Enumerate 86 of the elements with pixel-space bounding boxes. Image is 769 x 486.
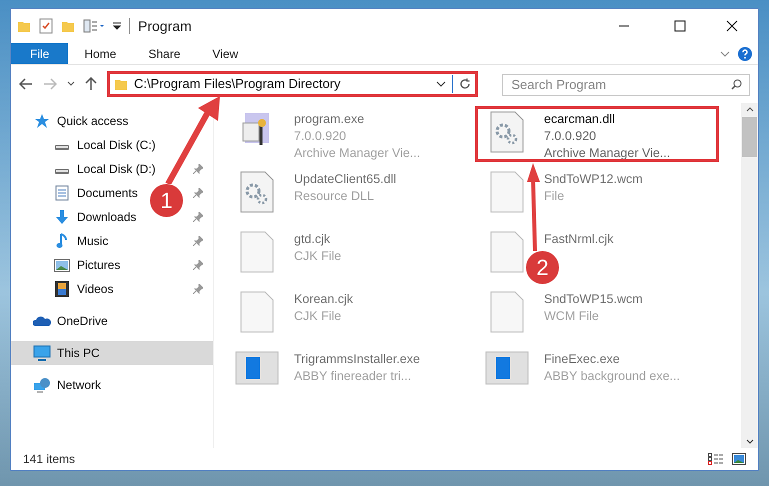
sidebar-item[interactable]: Music [11, 229, 110, 253]
search-icon [731, 79, 742, 90]
download-arrow-icon [54, 209, 70, 225]
checklist-icon[interactable] [39, 18, 53, 34]
file-name[interactable]: program.exe [294, 111, 420, 128]
window-title: Program [138, 16, 192, 36]
network-icon [33, 377, 51, 393]
details-view-icon[interactable] [708, 453, 724, 465]
file-detail: File [544, 188, 566, 205]
file-name[interactable]: SndToWP12.wcm [544, 171, 643, 188]
close-icon[interactable] [726, 20, 738, 32]
pin-icon[interactable] [193, 188, 203, 198]
blank-file-icon [490, 171, 524, 213]
item-count: 141 items [23, 451, 76, 468]
address-bar[interactable]: C:\Program Files\Program Directory [106, 71, 478, 97]
properties-icon[interactable] [83, 19, 105, 33]
file-detail: ABBY finereader tri... [294, 368, 412, 385]
file-detail: CJK File [294, 248, 342, 265]
file-detail: CJK File [294, 308, 342, 325]
film-icon [55, 281, 69, 297]
gear-file-icon [490, 111, 524, 153]
highlighted-file-item[interactable]: ecarcman.dll 7.0.0.920 Archive Manager Vie... [478, 109, 716, 159]
file-detail: 7.0.0.920 [544, 128, 598, 145]
file-name[interactable]: gtd.cjk [294, 231, 342, 248]
dropdown-caret-icon[interactable] [436, 81, 446, 87]
sidebar-item[interactable]: Documents [11, 181, 140, 205]
recent-dropdown-icon[interactable] [66, 81, 75, 87]
sidebar-item[interactable]: Videos [11, 277, 116, 301]
sidebar-item[interactable]: Downloads [11, 205, 138, 229]
document-icon [55, 185, 69, 201]
folder-icon [114, 77, 128, 91]
file-name[interactable]: TrigrammsInstaller.exe [294, 351, 420, 368]
pin-icon[interactable] [193, 212, 203, 222]
file-detail: Archive Manager Vie... [544, 145, 670, 162]
refresh-icon[interactable] [459, 78, 472, 90]
blank-file-icon [240, 291, 274, 333]
picture-icon [54, 258, 70, 272]
customize-dropdown-icon[interactable] [113, 22, 121, 30]
file-detail: Resource DLL [294, 188, 375, 205]
application-window-icon [485, 351, 529, 385]
blank-file-icon [490, 231, 524, 273]
scrollbar[interactable] [741, 103, 758, 448]
file-detail: ABBY background exe... [544, 368, 680, 385]
expand-ribbon-icon[interactable] [720, 50, 730, 56]
file-name[interactable]: SndToWP15.wcm [544, 291, 643, 308]
file-name[interactable]: FastNrml.cjk [544, 231, 614, 248]
pin-icon[interactable] [193, 164, 203, 174]
file-name[interactable]: FineExec.exe [544, 351, 680, 368]
pin-icon[interactable] [193, 260, 203, 270]
sidebar-item[interactable]: Local Disk (C:) [11, 133, 158, 157]
up-arrow-icon[interactable] [84, 77, 97, 91]
file-detail: Archive Manager Vie... [294, 145, 420, 162]
pin-icon[interactable] [193, 236, 203, 246]
file-name[interactable]: UpdateClient65.dll [294, 171, 396, 188]
scroll-up-icon[interactable] [746, 107, 754, 112]
ribbon-tab[interactable]: File [11, 43, 68, 64]
sidebar-item[interactable]: Pictures [11, 253, 122, 277]
back-arrow-icon[interactable] [19, 78, 33, 90]
sidebar-item[interactable]: OneDrive [11, 309, 110, 333]
star-icon [34, 113, 50, 129]
ribbon-tab[interactable]: View [196, 43, 254, 64]
pin-icon[interactable] [193, 284, 203, 294]
blank-file-icon [240, 231, 274, 273]
blank-file-icon [490, 291, 524, 333]
help-icon[interactable] [738, 46, 752, 60]
music-note-icon [56, 233, 68, 249]
gear-file-icon [240, 171, 274, 213]
search-field[interactable]: Search Program [502, 74, 750, 96]
scroll-down-icon[interactable] [746, 439, 754, 444]
sidebar-item[interactable]: Quick access [11, 109, 130, 133]
address-path: C:\Program Files\Program Directory [134, 75, 342, 94]
file-detail: WCM File [544, 308, 600, 325]
thumbnail-view-icon[interactable] [732, 453, 746, 465]
file-name[interactable]: ecarcman.dll [544, 111, 670, 128]
ribbon-tab[interactable]: Home [68, 43, 132, 64]
application-window-icon [235, 351, 279, 385]
scroll-thumb[interactable] [742, 117, 757, 157]
ribbon-tab[interactable]: Share [132, 43, 196, 64]
maximize-icon[interactable] [674, 20, 686, 32]
sidebar-item[interactable]: Network [11, 373, 104, 397]
sidebar-item[interactable]: This PC [11, 341, 213, 365]
cloud-icon [33, 315, 51, 327]
file-detail: 7.0.0.920 [294, 128, 348, 145]
file-name[interactable]: Korean.cjk [294, 291, 354, 308]
sidebar-item[interactable]: Local Disk (D:) [11, 157, 158, 181]
monitor-icon [33, 345, 51, 361]
